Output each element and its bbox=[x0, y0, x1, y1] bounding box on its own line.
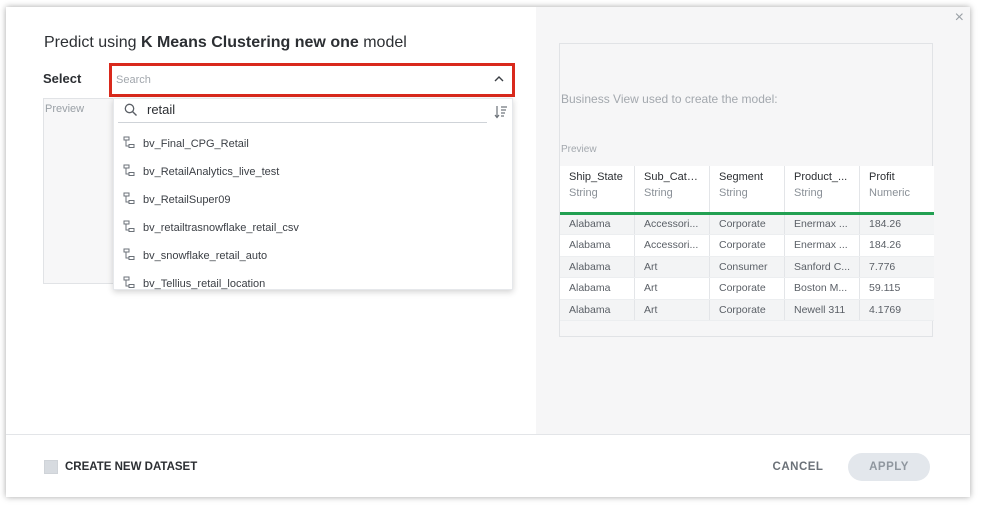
chevron-up-icon[interactable] bbox=[494, 74, 504, 84]
column-type: String bbox=[569, 187, 598, 199]
sort-icon[interactable] bbox=[494, 105, 508, 119]
table-cell: Accessori... bbox=[634, 234, 710, 257]
filter-value[interactable]: retail bbox=[147, 102, 175, 117]
column-header: Segment String bbox=[709, 166, 785, 213]
table-cell: Newell 311 bbox=[784, 299, 860, 321]
create-dataset-label[interactable]: CREATE NEW DATASET bbox=[65, 461, 197, 473]
option-label: bv_RetailSuper09 bbox=[143, 194, 231, 206]
business-view-icon bbox=[123, 164, 135, 176]
table-cell: Boston M... bbox=[784, 277, 860, 300]
dropdown-menu: retail bv_Final_CPG_Retail bv_RetailAnal… bbox=[113, 98, 513, 290]
list-item[interactable]: bv_retailtrasnowflake_retail_csv bbox=[114, 215, 512, 242]
table-cell: Sanford C... bbox=[784, 256, 860, 278]
business-view-icon bbox=[123, 220, 135, 232]
business-view-preview-label: Preview bbox=[561, 144, 597, 155]
search-icon bbox=[124, 103, 137, 116]
column-header: Ship_State String bbox=[560, 166, 635, 213]
business-view-title: Business View used to create the model: bbox=[561, 92, 778, 106]
search-input[interactable] bbox=[116, 70, 486, 90]
business-view-icon bbox=[123, 276, 135, 288]
title-suffix: model bbox=[363, 34, 407, 51]
list-item[interactable]: bv_RetailSuper09 bbox=[114, 187, 512, 214]
table-cell: Alabama bbox=[560, 277, 635, 300]
table-cell: Art bbox=[634, 299, 710, 321]
close-icon[interactable]: × bbox=[955, 9, 964, 27]
option-label: bv_snowflake_retail_auto bbox=[143, 250, 268, 262]
table-cell: Corporate bbox=[709, 234, 785, 257]
select-label: Select bbox=[43, 71, 82, 86]
table-cell: Consumer bbox=[709, 256, 785, 278]
filter-field[interactable]: retail bbox=[118, 99, 487, 123]
column-name: Ship_State bbox=[569, 171, 623, 183]
business-view-card: Business View used to create the model: … bbox=[559, 43, 934, 337]
table-cell: Alabama bbox=[560, 213, 635, 235]
table-cell: 4.1769 bbox=[859, 299, 934, 321]
table-cell: Art bbox=[634, 256, 710, 278]
option-label: bv_retailtrasnowflake_retail_csv bbox=[143, 222, 299, 234]
table-cell: Alabama bbox=[560, 256, 635, 278]
table-cell: Corporate bbox=[709, 277, 785, 300]
table-cell: 184.26 bbox=[859, 234, 934, 257]
table-row: Alabama Art Corporate Newell 311 4.1769 bbox=[560, 299, 934, 321]
table-cell: Accessori... bbox=[634, 213, 710, 235]
predict-dialog: Predict using K Means Clustering new one… bbox=[6, 7, 970, 497]
table-cell: Enermax ... bbox=[784, 213, 860, 235]
list-item[interactable]: bv_RetailAnalytics_live_test bbox=[114, 159, 512, 186]
column-name: Segment bbox=[719, 171, 764, 183]
column-header: Product_... String bbox=[784, 166, 860, 213]
table-header-row: Ship_State String Sub_Cate... String Segme… bbox=[560, 166, 934, 213]
column-header: Profit Numeric bbox=[860, 166, 935, 213]
column-name: Sub_Cate... bbox=[644, 171, 700, 183]
table-row: Alabama Art Corporate Boston M... 59.115 bbox=[560, 277, 934, 300]
business-view-icon bbox=[123, 248, 135, 260]
business-view-select[interactable] bbox=[109, 63, 515, 97]
option-label: bv_Final_CPG_Retail bbox=[143, 138, 249, 150]
cancel-button[interactable]: CANCEL bbox=[762, 453, 834, 481]
dialog-footer: CREATE NEW DATASET CANCEL APPLY bbox=[6, 434, 970, 497]
right-pane: Business View used to create the model: … bbox=[536, 7, 970, 434]
column-name: Product_... bbox=[794, 171, 848, 183]
table-cell: 7.776 bbox=[859, 256, 934, 278]
table-cell: Enermax ... bbox=[784, 234, 860, 257]
table-row: Alabama Accessori... Corporate Enermax .… bbox=[560, 213, 934, 235]
option-label: bv_Tellius_retail_location bbox=[143, 278, 266, 290]
list-item[interactable]: bv_Final_CPG_Retail bbox=[114, 131, 512, 158]
option-label: bv_RetailAnalytics_live_test bbox=[143, 166, 280, 178]
column-header: Sub_Cate... String bbox=[634, 166, 710, 213]
column-type: Numeric bbox=[869, 187, 910, 199]
business-view-icon bbox=[123, 192, 135, 204]
column-type: String bbox=[719, 187, 748, 199]
list-item[interactable]: bv_snowflake_retail_auto bbox=[114, 243, 512, 270]
dialog-title: Predict using K Means Clustering new one… bbox=[44, 34, 407, 52]
title-prefix: Predict using bbox=[44, 34, 137, 51]
business-view-icon bbox=[123, 136, 135, 148]
table-cell: Corporate bbox=[709, 299, 785, 321]
column-type: String bbox=[794, 187, 823, 199]
table-cell: 59.115 bbox=[859, 277, 934, 300]
table-cell: Alabama bbox=[560, 299, 635, 321]
model-name: K Means Clustering new one bbox=[140, 34, 359, 51]
table-cell: Art bbox=[634, 277, 710, 300]
list-item[interactable]: bv_Tellius_retail_location bbox=[114, 271, 512, 298]
table-cell: Alabama bbox=[560, 234, 635, 257]
column-name: Profit bbox=[869, 171, 895, 183]
create-dataset-checkbox[interactable] bbox=[44, 460, 58, 474]
table-row: Alabama Accessori... Corporate Enermax .… bbox=[560, 234, 934, 257]
table-cell: Corporate bbox=[709, 213, 785, 235]
column-type: String bbox=[644, 187, 673, 199]
table-cell: 184.26 bbox=[859, 213, 934, 235]
preview-label: Preview bbox=[45, 103, 85, 115]
left-pane: Predict using K Means Clustering new one… bbox=[6, 7, 536, 434]
apply-button[interactable]: APPLY bbox=[848, 453, 930, 481]
table-row: Alabama Art Consumer Sanford C... 7.776 bbox=[560, 256, 934, 278]
preview-table: Ship_State String Sub_Cate... String Segme… bbox=[560, 166, 934, 321]
